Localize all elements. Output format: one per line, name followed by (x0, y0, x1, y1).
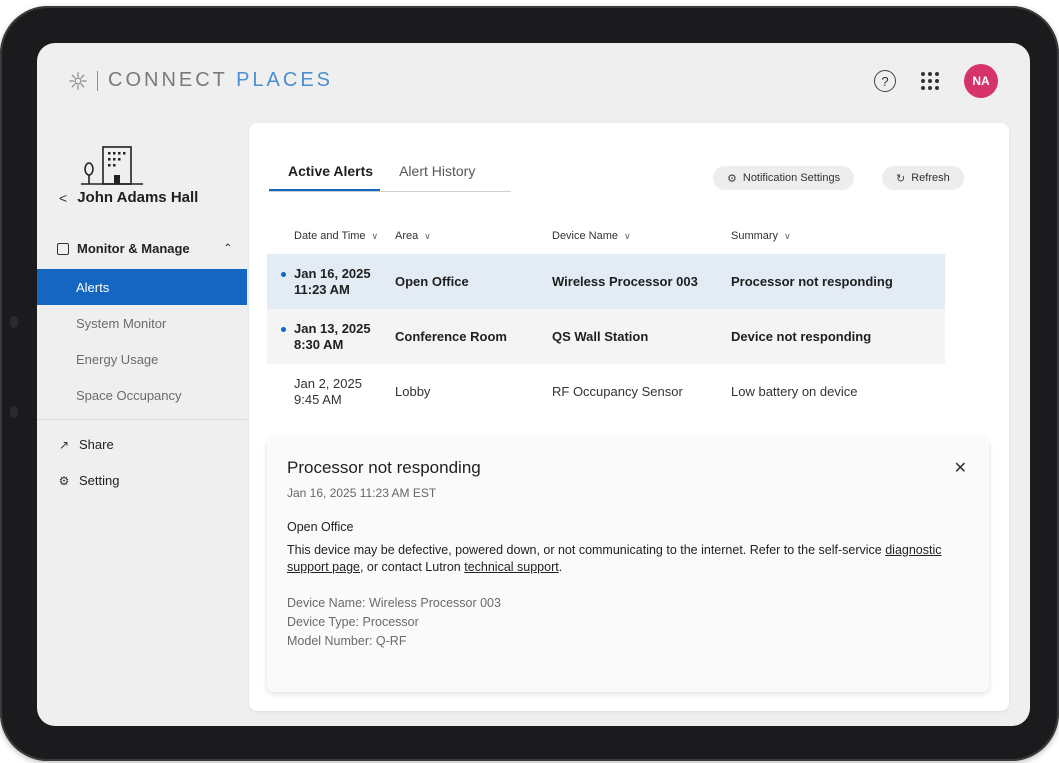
chevron-left-icon: < (59, 189, 68, 206)
detail-timestamp: Jan 16, 2025 11:23 AM EST (287, 486, 437, 500)
side-button (10, 406, 18, 418)
gear-icon: ⚙ (58, 473, 70, 488)
table-header: Date and Time ∨ Area ∨ Device Name ∨ Summar… (267, 218, 945, 254)
technical-support-link[interactable]: technical support (464, 560, 559, 574)
column-summary[interactable]: Summary ∨ (731, 230, 945, 242)
logo-divider (97, 70, 98, 91)
table-row[interactable]: Jan 13, 2025 8:30 AM Conference Room QS W… (267, 309, 945, 364)
calendar-icon (57, 242, 69, 255)
refresh-icon: ↻ (896, 172, 906, 185)
detail-title: Processor not responding (287, 458, 481, 477)
sidebar: < John Adams Hall Monitor & Manage ⌃ Ale… (37, 129, 247, 726)
sidebar-item-alerts[interactable]: Alerts (37, 269, 247, 305)
notification-settings-button[interactable]: ⚙ Notification Settings (713, 166, 855, 190)
notification-settings-label: Notification Settings (742, 172, 841, 184)
sidebar-item-share[interactable]: ↗ Share (57, 437, 114, 452)
tablet-frame: CONNECT PLACES ? NA < John Adams Hall Mo… (0, 6, 1059, 761)
app-screen: CONNECT PLACES ? NA < John Adams Hall Mo… (37, 43, 1030, 726)
refresh-label: Refresh (911, 172, 950, 184)
alert-tabs: Active Alerts Alert History (269, 163, 511, 192)
share-icon: ↗ (58, 437, 70, 452)
detail-area: Open Office (287, 520, 354, 534)
table-row[interactable]: Jan 2, 2025 9:45 AM Lobby RF Occupancy Se… (267, 364, 945, 419)
brand-logo[interactable]: CONNECT PLACES (69, 69, 333, 92)
sun-logo-icon (69, 71, 87, 90)
monitor-manage-section[interactable]: Monitor & Manage ⌃ (57, 241, 232, 256)
gear-icon: ⚙ (727, 172, 737, 185)
sidebar-item-energy-usage[interactable]: Energy Usage (37, 341, 247, 377)
back-to-building[interactable]: < John Adams Hall (59, 189, 198, 206)
sidebar-item-system-monitor[interactable]: System Monitor (37, 305, 247, 341)
alerts-table: Date and Time ∨ Area ∨ Device Name ∨ Summar… (267, 218, 945, 419)
unread-dot-icon (281, 326, 286, 332)
model-number-value: Model Number: Q-RF (287, 634, 407, 648)
chevron-down-icon: ∨ (624, 230, 631, 241)
device-name-value: Device Name: Wireless Processor 003 (287, 596, 501, 610)
building-icon (81, 146, 143, 185)
refresh-button[interactable]: ↻ Refresh (882, 166, 964, 190)
alert-detail-panel: Processor not responding ✕ Jan 16, 2025 … (267, 438, 989, 692)
tab-active-alerts[interactable]: Active Alerts (269, 163, 381, 191)
table-row[interactable]: Jan 16, 2025 11:23 AM Open Office Wireles… (267, 254, 945, 309)
setting-label: Setting (79, 473, 120, 488)
building-name: John Adams Hall (77, 189, 199, 206)
unread-dot-icon (281, 271, 286, 277)
device-meta: Device Name: Wireless Processor 003 Devi… (287, 594, 969, 651)
chevron-up-icon: ⌃ (223, 243, 232, 254)
sidebar-divider (37, 419, 247, 420)
top-toolbar: ? NA (874, 64, 998, 98)
apps-grid-icon[interactable] (920, 71, 940, 91)
alerts-card: Active Alerts Alert History ⚙ Notificati… (249, 123, 1009, 711)
brand-name-plain: CONNECT (108, 69, 237, 91)
brand-name: CONNECT PLACES (108, 69, 333, 92)
column-area[interactable]: Area ∨ (395, 230, 552, 242)
avatar[interactable]: NA (964, 64, 998, 98)
section-label: Monitor & Manage (77, 241, 190, 256)
side-button (10, 316, 18, 328)
close-icon[interactable]: ✕ (954, 458, 967, 478)
chevron-down-icon: ∨ (371, 230, 379, 241)
chevron-down-icon: ∨ (784, 230, 791, 241)
chevron-down-icon: ∨ (424, 230, 431, 241)
sidebar-item-setting[interactable]: ⚙ Setting (57, 473, 120, 488)
device-type-value: Device Type: Processor (287, 615, 419, 629)
tab-alert-history[interactable]: Alert History (380, 163, 487, 191)
column-device-name[interactable]: Device Name ∨ (552, 230, 731, 242)
share-label: Share (79, 437, 114, 452)
column-date-time[interactable]: Date and Time ∨ (267, 230, 395, 242)
brand-name-accent: PLACES (236, 69, 334, 91)
help-icon[interactable]: ? (874, 70, 896, 92)
detail-description: This device may be defective, powered do… (287, 543, 942, 574)
sidebar-item-space-occupancy[interactable]: Space Occupancy (37, 377, 247, 413)
